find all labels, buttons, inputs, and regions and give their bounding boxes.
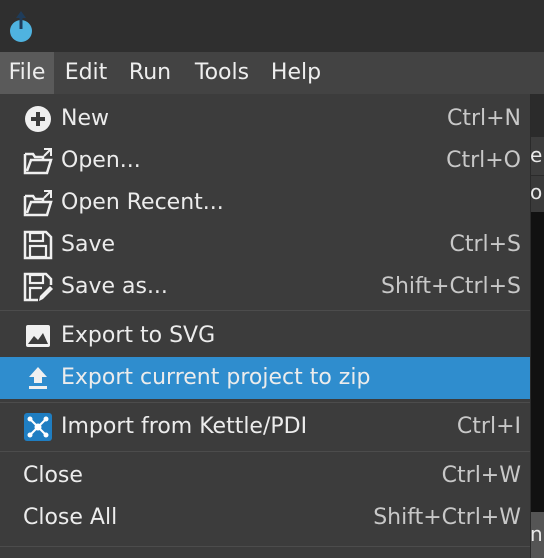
menu-item-shortcut: Shift+Ctrl+S [381,274,521,299]
folder-open-icon [23,148,53,175]
menu-item-label: Export current project to zip [61,365,371,390]
menu-item-open-recent[interactable]: Open Recent... [0,182,530,224]
background-tab-text: ep [530,143,544,167]
menu-item-label: Open... [61,148,141,173]
menu-item-label: Save as... [61,274,168,299]
menu-item-label: Open Recent... [61,190,224,215]
menu-item-shortcut: Ctrl+S [449,232,521,257]
folder-open-icon [23,190,53,217]
hop-logo-icon [10,11,32,42]
menu-item-import-kettle[interactable]: Import from Kettle/PDI Ctrl+I [0,406,530,448]
background-canvas [530,212,544,512]
menu-item-shortcut: Ctrl+N [446,106,521,131]
save-as-icon [23,272,53,302]
menu-item-label: Import from Kettle/PDI [61,414,308,439]
menu-item-shortcut: Ctrl+O [446,148,521,173]
menu-separator [0,310,530,311]
background-status-text: np [530,522,544,546]
menu-item-label: Export to SVG [61,323,216,348]
menu-tools[interactable]: Tools [186,52,258,94]
menu-item-export-zip[interactable]: Export current project to zip [0,357,530,399]
menu-item-shortcut: Ctrl+I [456,414,521,439]
menu-help[interactable]: Help [265,52,327,94]
kettle-icon [24,413,52,441]
image-icon [26,325,50,347]
save-icon [23,230,53,260]
menu-run[interactable]: Run [120,52,180,94]
title-bar [0,0,544,52]
menu-item-close[interactable]: Close Ctrl+W [0,455,530,497]
menu-item-close-all[interactable]: Close All Shift+Ctrl+W [0,497,530,539]
menu-item-open[interactable]: Open... Ctrl+O [0,140,530,182]
menu-item-label: New [61,106,109,131]
file-menu-dropdown: New Ctrl+N Open... Ctrl+O Open Recent...… [0,94,531,558]
menu-item-label: Close [23,463,83,488]
menu-item-export-svg[interactable]: Export to SVG [0,315,530,357]
menu-item-shortcut: Shift+Ctrl+W [373,505,521,530]
menu-file[interactable]: File [0,52,54,94]
menu-bar: File Edit Run Tools Help [0,52,544,94]
menu-separator [0,402,530,403]
background-toolbar-text: o [530,180,543,204]
menu-item-label: Save [61,232,116,257]
menu-item-save-as[interactable]: Save as... Shift+Ctrl+S [0,266,530,308]
upload-icon [29,367,47,389]
menu-edit[interactable]: Edit [58,52,114,94]
menu-item-save[interactable]: Save Ctrl+S [0,224,530,266]
new-plus-icon [25,106,51,132]
menu-separator [0,451,530,452]
menu-item-new[interactable]: New Ctrl+N [0,98,530,140]
menu-separator [0,546,530,547]
menu-item-label: Close All [23,505,118,530]
menu-item-shortcut: Ctrl+W [441,463,521,488]
